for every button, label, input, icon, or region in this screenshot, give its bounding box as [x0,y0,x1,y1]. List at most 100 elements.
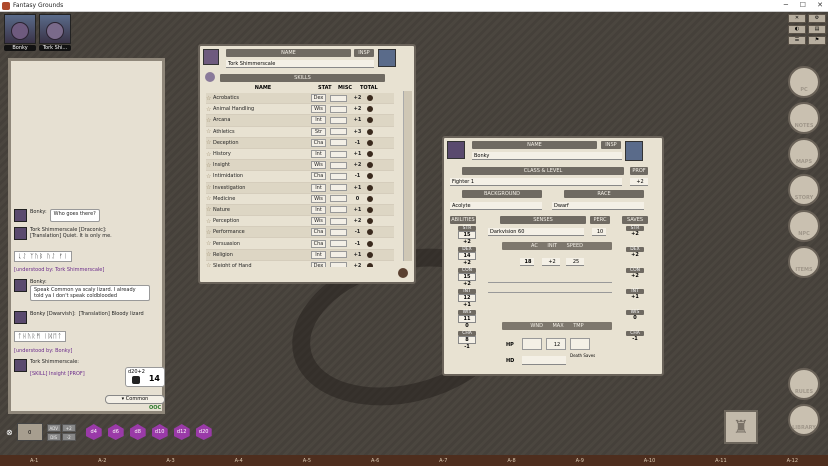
skill-stat[interactable]: Cha [311,172,326,181]
roll-button[interactable] [367,95,373,102]
clear-icon[interactable]: ⊗ [6,428,13,437]
skill-stat[interactable]: Int [311,183,326,192]
star-icon[interactable]: ☆ [206,262,213,267]
token-avatar[interactable] [203,49,219,65]
sidebar-npc[interactable]: NPC [788,210,820,242]
skills-list[interactable]: ☆ Acrobatics Dex +2 ☆ Animal Handling Wis +2 ☆ Ar… [206,93,394,267]
skill-row[interactable]: ☆ Acrobatics Dex +2 [206,93,394,105]
portrait[interactable] [625,141,643,161]
max-hp-field[interactable]: 12 [546,338,566,350]
character-sheet-tork[interactable]: NAME INSP Tork Shimmerscale SKILLS NAME … [198,44,416,284]
hit-dice-field[interactable] [522,356,566,365]
token-avatar[interactable] [447,141,465,159]
roll-button[interactable] [367,195,373,202]
skill-misc[interactable] [330,262,347,267]
skill-row[interactable]: ☆ Investigation Int +1 [206,182,394,194]
roll-button[interactable] [367,128,373,135]
roll-button[interactable] [367,251,373,258]
roll-button[interactable] [367,162,373,169]
skill-stat[interactable]: Wis [311,217,326,226]
skill-row[interactable]: ☆ Performance Cha -1 [206,227,394,239]
d10-die[interactable]: d10 [151,424,168,440]
skill-stat[interactable]: Cha [311,228,326,237]
init-value[interactable]: +2 [542,258,560,266]
save-block[interactable]: CHA -1 [626,331,644,342]
roll-button[interactable] [367,184,373,191]
speed-value[interactable]: 25 [566,258,584,266]
skill-row[interactable]: ☆ Arcana Int +1 [206,115,394,127]
roll-button[interactable] [367,151,373,158]
star-icon[interactable]: ☆ [206,139,213,146]
sidebar-rules[interactable]: RULES [788,368,820,400]
skill-misc[interactable] [330,217,347,225]
skill-misc[interactable] [330,150,347,158]
modifier-box[interactable]: 0 [16,423,43,441]
d20-die[interactable]: d20 [195,424,212,440]
star-icon[interactable]: ☆ [206,151,213,158]
maximize-button[interactable]: ☐ [800,1,806,9]
roll-button[interactable] [367,218,373,225]
roll-button[interactable] [367,173,373,180]
tool-button[interactable]: ✕ [788,14,806,23]
tool-button[interactable]: ☰ [788,36,806,45]
skill-row[interactable]: ☆ Insight Wis +2 [206,160,394,172]
skill-misc[interactable] [330,161,347,169]
skill-row[interactable]: ☆ Animal Handling Wis +2 [206,104,394,116]
star-icon[interactable]: ☆ [206,95,213,102]
star-icon[interactable]: ☆ [206,195,213,202]
star-icon[interactable]: ☆ [206,106,213,113]
skill-row[interactable]: ☆ Nature Int +1 [206,204,394,217]
skill-row[interactable]: ☆ Sleight of Hand Dex +2 [206,261,394,267]
d12-die[interactable]: d12 [173,424,190,440]
senses-field[interactable]: Darkvision 60 [488,228,584,236]
save-block[interactable]: STR +2 [626,226,644,237]
skill-stat[interactable]: Wis [311,105,326,114]
skill-stat[interactable]: Wis [311,161,326,170]
dice-tower-button[interactable]: ♜ [724,410,758,444]
roll-button[interactable] [367,139,373,146]
skill-row[interactable]: ☆ Persuasion Cha -1 [206,238,394,250]
ability-score[interactable]: 14 [458,252,476,260]
character-name-field[interactable]: Tork Shimmerscale [226,60,374,68]
skill-row[interactable]: ☆ Intimidation Cha -1 [206,171,394,183]
skill-misc[interactable] [330,206,347,214]
ability-block[interactable]: WIS 11 0 [458,310,476,329]
roll-button[interactable] [367,206,373,213]
skill-stat[interactable]: Cha [311,138,326,147]
skill-row[interactable]: ☆ Perception Wis +2 [206,216,394,228]
skill-misc[interactable] [330,228,347,236]
minimize-button[interactable]: ─ [784,1,788,9]
close-button[interactable]: ✕ [817,1,823,9]
skill-misc[interactable] [330,240,347,248]
ability-block[interactable]: DEX 14 +2 [458,247,476,266]
background-field[interactable]: Acolyte [450,202,542,210]
race-field[interactable]: Dwarf [552,202,644,210]
skill-misc[interactable] [330,94,347,102]
sidebar-pc[interactable]: PC [788,66,820,98]
star-icon[interactable]: ☆ [206,117,213,124]
skill-misc[interactable] [330,105,347,113]
character-sheet-bonky[interactable]: NAME INSP Bonky CLASS & LEVEL PROF Fight… [442,136,664,376]
skill-misc[interactable] [330,128,347,136]
chat-window[interactable]: Bonky: Who goes there? Tork Shimmerscale… [8,58,165,414]
sidebar-library[interactable]: LIBRARY [788,404,820,436]
skill-stat[interactable]: Dex [311,261,326,267]
star-icon[interactable]: ☆ [206,229,213,236]
wounds-field[interactable] [522,338,542,350]
star-icon[interactable]: ☆ [206,240,213,247]
ability-block[interactable]: CHA 8 -1 [458,331,476,350]
temp-hp-field[interactable] [570,338,590,350]
ability-block[interactable]: STR 15 +2 [458,226,476,245]
resize-handle[interactable] [398,268,408,278]
dis-button[interactable]: DIS [46,432,61,441]
tool-button[interactable]: ▤ [808,25,826,34]
roll-button[interactable] [367,262,373,267]
sidebar-notes[interactable]: NOTES [788,102,820,134]
tool-button[interactable]: ⚙ [808,14,826,23]
save-block[interactable]: CON +2 [626,268,644,279]
skill-stat[interactable]: Wis [311,194,326,203]
ability-score[interactable]: 15 [458,273,476,281]
star-icon[interactable]: ☆ [206,206,213,213]
sidebar-story[interactable]: STORY [788,174,820,206]
skill-stat[interactable]: Int [311,250,326,259]
